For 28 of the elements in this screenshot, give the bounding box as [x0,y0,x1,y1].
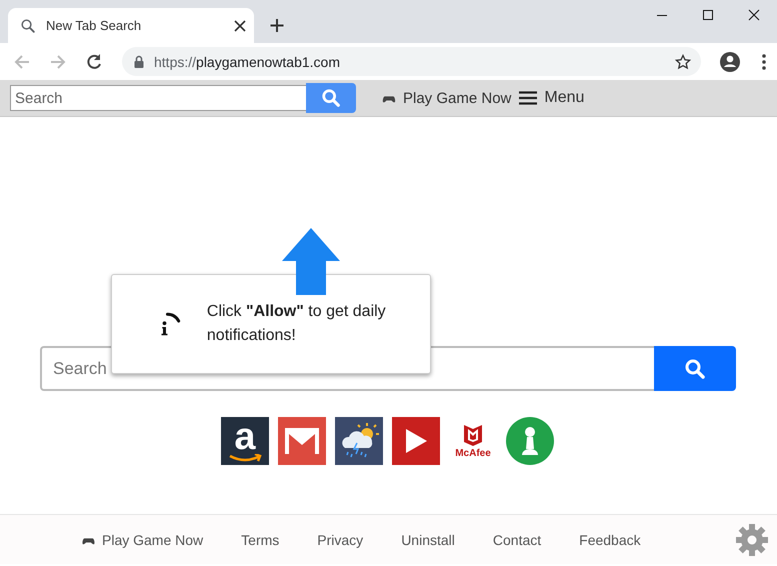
play-game-link[interactable]: Play Game Now [382,90,512,106]
up-arrow-icon [282,228,340,295]
weather-icon[interactable] [335,417,383,465]
play-video-icon[interactable] [392,417,440,465]
footer-link[interactable]: Feedback [579,532,641,548]
footer-link[interactable]: Play Game Now [82,532,204,548]
search-icon [321,88,341,108]
menu-button[interactable]: Menu [519,89,584,107]
footer-link[interactable]: Privacy [317,532,364,548]
settings-icon[interactable] [735,522,769,556]
chess-pawn-icon[interactable] [506,417,554,465]
menu-icon [519,91,538,105]
search-icon [20,18,36,34]
search-button[interactable] [654,346,736,391]
footer-link[interactable]: Contact [492,532,542,548]
close-icon[interactable] [234,20,246,32]
address-bar[interactable]: https://playgamenowtab1.com [122,47,701,76]
mail-icon[interactable] [278,417,326,465]
footer-link[interactable]: Uninstall [401,532,455,548]
search-button[interactable] [306,83,356,113]
amazon-logo[interactable]: a [221,417,269,465]
notification-message: Click "Allow" to get daily notifications! [206,302,387,346]
footer-link[interactable]: Terms [241,532,280,548]
lock-icon [134,55,144,68]
account-icon[interactable] [719,50,741,72]
search-field[interactable]: Search [10,85,306,111]
star-icon[interactable] [675,54,691,70]
search-icon [684,358,706,380]
